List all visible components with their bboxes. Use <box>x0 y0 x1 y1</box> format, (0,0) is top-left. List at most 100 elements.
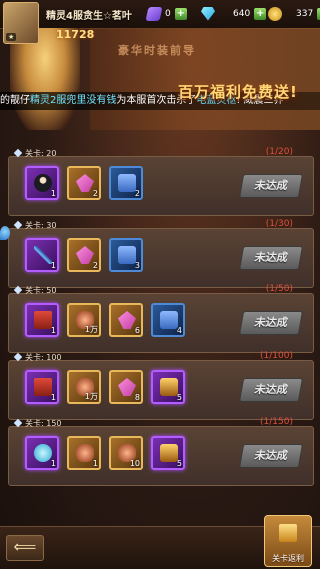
reward-item[interactable]: 1万 <box>67 370 101 404</box>
item-count: 1 <box>50 393 56 402</box>
book-icon <box>34 311 52 329</box>
reward-item[interactable]: 8 <box>109 370 143 404</box>
claim-button[interactable]: 未达成 <box>238 246 304 270</box>
top-bar: ★ 精灵4服贪生☆茗叶 0 + 640 + 337 + <box>0 0 320 44</box>
gold-chest-icon <box>160 444 178 462</box>
task-progress: (1/30) <box>265 219 293 229</box>
gold-coin-icon <box>268 6 282 21</box>
gold-value: 337 <box>296 8 314 19</box>
combat-power: 11728 <box>56 28 95 41</box>
diamond-icon <box>201 6 215 21</box>
blue-chest-icon <box>160 311 178 329</box>
claim-button[interactable]: 未达成 <box>238 444 304 468</box>
task-title: 关卡: 100 <box>25 352 62 362</box>
item-count: 2 <box>134 189 140 198</box>
reward-item[interactable]: 2 <box>67 166 101 200</box>
item-count: 5 <box>176 393 182 402</box>
task-card: 关卡: 100 (1/100) 1 1万 8 5 未达成 <box>8 351 314 420</box>
banner-title: 百万福利免费送! <box>178 83 298 101</box>
reward-item[interactable]: 1 <box>25 436 59 470</box>
blue-chest-icon <box>118 246 136 264</box>
crystal-icon <box>76 174 94 192</box>
item-count: 1 <box>50 189 56 198</box>
orb-icon <box>34 444 52 462</box>
item-count: 2 <box>92 261 98 270</box>
claim-button[interactable]: 未达成 <box>238 378 304 402</box>
task-title: 关卡: 30 <box>25 220 57 230</box>
gold-chest-icon <box>160 378 178 396</box>
task-title: 关卡: 20 <box>25 148 57 158</box>
task-header: 关卡: 100 <box>9 350 62 364</box>
add-ticket-button[interactable]: + <box>174 7 187 20</box>
reward-item[interactable]: 6 <box>109 303 143 337</box>
diamond-resource: 640 + <box>201 5 267 22</box>
item-count: 6 <box>134 326 140 335</box>
task-progress: (1/20) <box>265 147 293 157</box>
task-title: 关卡: 150 <box>25 418 62 428</box>
gem-icon <box>13 148 23 158</box>
gem-icon <box>13 220 23 230</box>
item-count: 10 <box>129 459 140 468</box>
reward-item[interactable]: 5 <box>151 436 185 470</box>
task-header: 关卡: 20 <box>9 146 56 160</box>
stage-rebate-button[interactable]: 关卡返利 <box>264 515 312 567</box>
item-count: 3 <box>134 261 140 270</box>
reward-item[interactable]: 3 <box>109 238 143 272</box>
ninja-icon <box>34 174 52 192</box>
reward-item[interactable]: 1 <box>67 436 101 470</box>
task-header: 关卡: 150 <box>9 416 62 430</box>
crystal-icon <box>118 311 136 329</box>
ticket-resource: 0 + <box>145 5 187 22</box>
item-count: 1万 <box>84 392 98 401</box>
task-header: 关卡: 30 <box>9 218 56 232</box>
book-icon <box>34 378 52 396</box>
item-count: 1 <box>50 459 56 468</box>
gift-icon <box>279 524 297 542</box>
task-card: 关卡: 20 (1/20) 1 2 2 未达成 <box>8 147 314 216</box>
location-marker-icon[interactable] <box>0 226 10 240</box>
reward-item[interactable]: 2 <box>67 238 101 272</box>
crystal-icon <box>118 378 136 396</box>
task-progress: (1/150) <box>260 417 293 427</box>
add-diamond-button[interactable]: + <box>254 7 267 20</box>
marquee-part-1: 的靓仔 <box>0 95 30 106</box>
avatar-badge: ★ <box>6 33 17 41</box>
task-card: 关卡: 30 (1/30) 1 2 3 未达成 <box>8 219 314 288</box>
item-count: 4 <box>176 326 182 335</box>
task-title: 关卡: 50 <box>25 285 57 295</box>
task-card: 关卡: 50 (1/50) 1 1万 6 4 未达成 <box>8 284 314 353</box>
spear-icon <box>34 246 52 264</box>
item-count: 2 <box>92 189 98 198</box>
gem-icon <box>13 418 23 428</box>
reward-item[interactable]: 10 <box>109 436 143 470</box>
reward-item[interactable]: 1 <box>25 370 59 404</box>
item-count: 5 <box>176 459 182 468</box>
stage-reward-list[interactable]: 关卡: 20 (1/20) 1 2 2 未达成 关卡: 30 (1/30) 1 … <box>0 142 320 527</box>
reward-item[interactable]: 2 <box>109 166 143 200</box>
gem-icon <box>13 352 23 362</box>
meat-icon <box>76 444 94 462</box>
item-count: 8 <box>134 393 140 402</box>
banner-subtitle: 豪华时装前导 <box>118 44 196 57</box>
ticket-value: 0 <box>165 8 171 19</box>
bottom-bar: ⟸ 关卡返利 <box>0 515 320 569</box>
reward-item[interactable]: 1 <box>25 166 59 200</box>
reward-item[interactable]: 1 <box>25 238 59 272</box>
claim-button[interactable]: 未达成 <box>238 311 304 335</box>
player-avatar[interactable]: ★ <box>3 2 39 44</box>
ticket-icon <box>145 6 163 21</box>
crystal-icon <box>76 246 94 264</box>
reward-item[interactable]: 5 <box>151 370 185 404</box>
diamond-value: 640 <box>233 8 251 19</box>
reward-item[interactable]: 1 <box>25 303 59 337</box>
back-button[interactable]: ⟸ <box>6 535 44 561</box>
claim-button[interactable]: 未达成 <box>238 174 304 198</box>
task-progress: (1/100) <box>260 351 293 361</box>
marquee-part-2: 精灵2服兜里没有钱 <box>30 95 117 106</box>
reward-item[interactable]: 4 <box>151 303 185 337</box>
blue-chest-icon <box>118 174 136 192</box>
reward-item[interactable]: 1万 <box>67 303 101 337</box>
item-count: 1 <box>50 261 56 270</box>
task-card: 关卡: 150 (1/150) 1 1 10 5 未达成 <box>8 417 314 486</box>
rebate-label: 关卡返利 <box>272 554 304 563</box>
